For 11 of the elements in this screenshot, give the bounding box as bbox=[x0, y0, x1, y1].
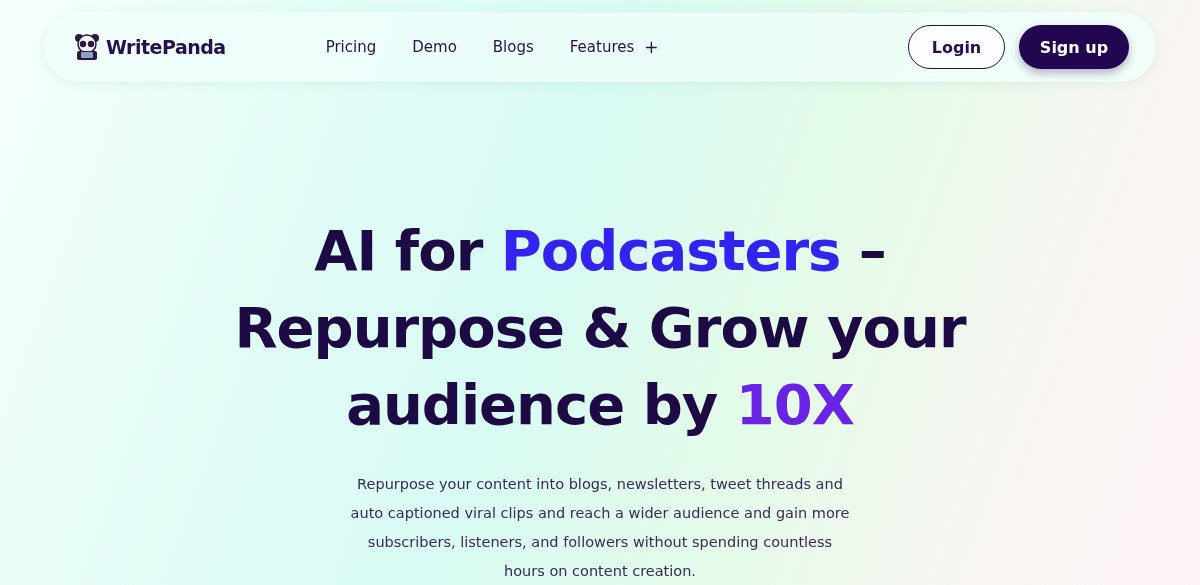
nav-link[interactable]: Blogs bbox=[492, 38, 534, 56]
signup-button[interactable]: Sign up bbox=[1019, 25, 1129, 69]
brand-name[interactable]: WritePanda bbox=[106, 36, 226, 58]
nav-link[interactable]: Demo bbox=[412, 38, 457, 56]
nav-link[interactable]: Pricing bbox=[325, 38, 377, 56]
expand-icon[interactable]: + bbox=[644, 37, 659, 57]
panda-logo-icon bbox=[73, 33, 101, 61]
login-button[interactable]: Login bbox=[908, 25, 1005, 69]
description: Repurpose your content into blogs, newsletters, tweet threads and auto captioned viral clips and reach a wider audience and gain more subscribers, listeners, and followers without spending countless hours on content creation. bbox=[350, 475, 850, 581]
nav-link[interactable]: Features bbox=[569, 38, 635, 56]
headline: AI for Podcasters – Repurpose & Grow your audience by 10X bbox=[233, 217, 968, 439]
